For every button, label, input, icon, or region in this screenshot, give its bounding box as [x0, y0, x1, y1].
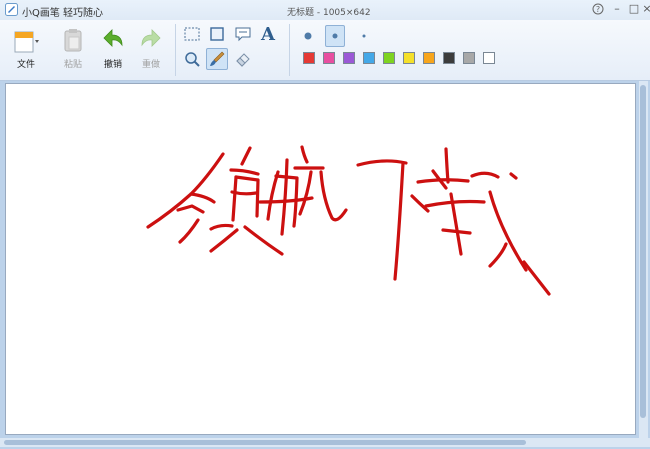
paste-icon	[64, 29, 82, 52]
zoom-icon	[185, 52, 200, 67]
eraser-tool[interactable]	[233, 49, 253, 69]
app-title: 小Q画笔 轻巧随心	[22, 8, 104, 19]
title-bar: 小Q画笔 轻巧随心 无标题 - 1005×642 ? – □ ×	[0, 0, 650, 20]
speech-bubble-tool[interactable]	[233, 24, 253, 44]
svg-text:A: A	[260, 24, 276, 43]
color-swatch[interactable]	[423, 52, 435, 64]
text-tool[interactable]: A	[258, 23, 278, 45]
color-swatch[interactable]	[443, 52, 455, 64]
redo-label: 重做	[141, 60, 160, 70]
handwriting-sketch	[146, 145, 551, 296]
redo-icon	[141, 29, 161, 47]
paste-label: 粘贴	[63, 60, 82, 70]
color-swatch[interactable]	[483, 52, 495, 64]
zoom-tool[interactable]	[182, 49, 202, 69]
color-swatch[interactable]	[463, 52, 475, 64]
minimize-button[interactable]: –	[609, 2, 625, 16]
speech-bubble-icon	[235, 27, 251, 42]
help-icon: ?	[592, 3, 604, 15]
paste-button[interactable]: 粘贴	[56, 24, 90, 70]
toolbar-divider	[289, 24, 290, 76]
horizontal-scroll-thumb[interactable]	[4, 440, 526, 445]
file-label: 文件	[16, 60, 35, 70]
text-icon: A	[260, 24, 276, 45]
brush-tool[interactable]	[206, 48, 228, 70]
close-button[interactable]: ×	[639, 2, 650, 16]
drawing-canvas[interactable]	[5, 83, 636, 435]
brush-dot-large-icon	[304, 32, 312, 40]
brush-dot-small-icon	[362, 34, 366, 38]
select-rect-tool[interactable]	[182, 24, 202, 44]
help-button[interactable]: ?	[590, 2, 606, 16]
brush-size-small[interactable]	[354, 25, 374, 47]
undo-button[interactable]: 撤销	[96, 24, 130, 70]
brush-size-large[interactable]	[298, 25, 318, 47]
file-icon	[14, 31, 39, 53]
canvas-area	[0, 81, 650, 449]
eraser-icon	[236, 53, 250, 67]
toolbar: 文件 粘贴 撤销 重做 A	[0, 20, 650, 81]
color-swatch[interactable]	[403, 52, 415, 64]
color-swatch[interactable]	[383, 52, 395, 64]
document-title: 无标题 - 1005×642	[287, 8, 371, 18]
brush-dot-medium-icon	[332, 33, 338, 39]
file-button[interactable]: 文件	[8, 24, 44, 70]
undo-label: 撤销	[103, 60, 122, 70]
color-swatch[interactable]	[343, 52, 355, 64]
redo-button[interactable]: 重做	[134, 24, 168, 70]
brush-size-medium[interactable]	[325, 25, 345, 47]
undo-icon	[103, 29, 123, 47]
crop-tool[interactable]	[207, 24, 227, 44]
color-swatch[interactable]	[303, 52, 315, 64]
brush-icon	[210, 51, 225, 66]
color-swatch[interactable]	[323, 52, 335, 64]
svg-text:?: ?	[596, 5, 600, 14]
app-logo-icon	[5, 3, 18, 16]
vertical-scroll-thumb[interactable]	[640, 85, 646, 418]
color-swatch[interactable]	[363, 52, 375, 64]
crop-icon	[210, 27, 224, 41]
toolbar-divider	[175, 24, 176, 76]
select-rect-icon	[184, 27, 200, 41]
